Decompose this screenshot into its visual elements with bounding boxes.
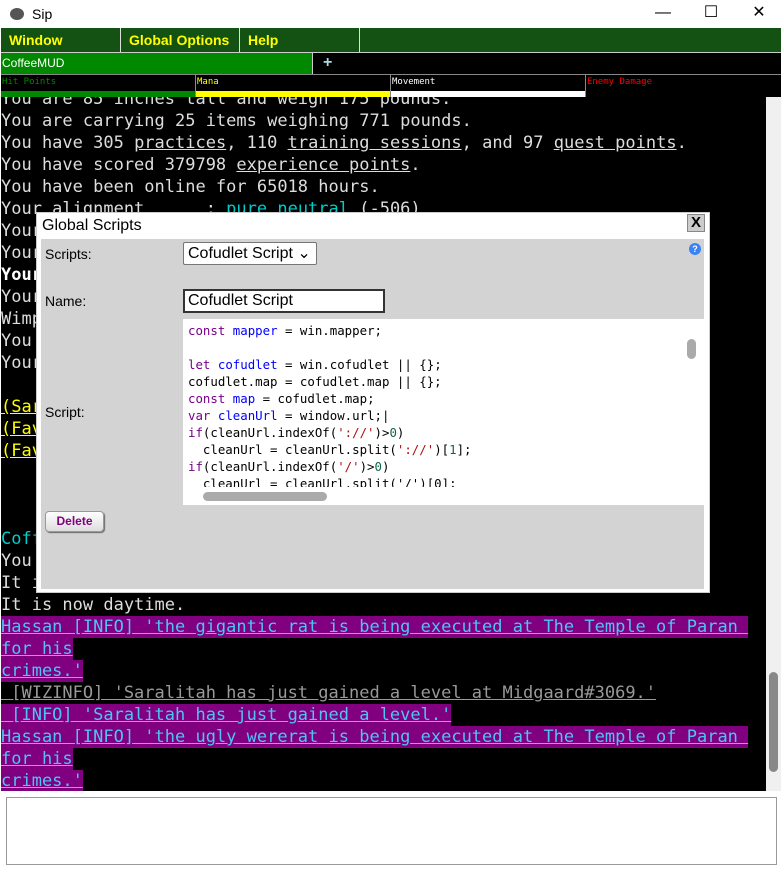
close-button[interactable]: ✕ [736, 0, 782, 28]
window-title: Sip [32, 6, 53, 22]
channel-message[interactable]: Hassan [INFO] 'the ugly wererat is being… [1, 726, 749, 748]
scripts-label: Scripts: [45, 246, 92, 262]
code-line: cleanUrl = cleanUrl.split('://')[1]; [188, 442, 472, 457]
channel-message[interactable]: crimes.' [1, 660, 83, 682]
command-input[interactable] [6, 797, 777, 865]
chevron-down-icon: ⌄ [297, 245, 311, 262]
terminal-line: You [1, 331, 32, 351]
channel-message[interactable]: for his [1, 638, 73, 660]
channel-message[interactable]: crimes.' [1, 770, 83, 791]
editor-hscrollbar[interactable] [183, 487, 704, 505]
link-practices[interactable]: practices [134, 133, 226, 153]
gauge-label: Movement [392, 77, 436, 87]
scrollbar-thumb[interactable] [203, 492, 327, 501]
text: . [410, 155, 421, 175]
tab-bar: CoffeeMUD + [1, 52, 781, 74]
editor-vscroll-thumb[interactable] [687, 339, 696, 359]
terminal-line: It is now daytime. [1, 595, 186, 615]
add-tab-button[interactable]: + [323, 53, 332, 73]
delete-button[interactable]: Delete [45, 511, 104, 532]
code-line: var cleanUrl = window.url;| [188, 408, 390, 423]
script-editor[interactable]: const mapper = win.mapper; let cofudlet … [183, 319, 704, 505]
scripts-select[interactable]: Cofudlet Script ⌄ [183, 242, 317, 265]
code-line: if(cleanUrl.indexOf('/')>0) [188, 459, 390, 474]
tab-coffeemud[interactable]: CoffeeMUD [1, 53, 313, 74]
text: You have scored 379798 [1, 155, 237, 175]
menu-window[interactable]: Window [1, 28, 121, 52]
name-input[interactable]: Cofudlet Script [183, 289, 385, 313]
app-icon [10, 8, 24, 20]
dialog-title: Global Scripts [42, 217, 142, 234]
channel-message[interactable]: for his [1, 748, 73, 770]
gauge-label: Enemy Damage [587, 77, 653, 87]
gauge-movement: Movement [391, 75, 586, 97]
menu-global-options[interactable]: Global Options [121, 28, 240, 52]
gauge-enemy-damage: Enemy Damage [586, 75, 781, 97]
code-line: let cofudlet = win.cofudlet || {}; [188, 357, 442, 372]
name-label: Name: [45, 293, 87, 309]
status-gauges: Hit Points Mana Movement Enemy Damage [1, 74, 781, 97]
gauge-hit-points: Hit Points [1, 75, 196, 97]
terminal-line: You are carrying 25 items weighing 771 p… [1, 111, 472, 131]
maximize-button[interactable]: ☐ [688, 0, 734, 28]
terminal-scrollbar[interactable] [766, 97, 781, 791]
wizinfo-message[interactable]: [WIZINFO] 'Saralitah has just gained a l… [1, 682, 656, 704]
scrollbar-thumb[interactable] [769, 672, 778, 772]
menu-help[interactable]: Help [240, 28, 360, 52]
link-training-sessions[interactable]: training sessions [288, 133, 462, 153]
text: You have 305 [1, 133, 135, 153]
gauge-mana: Mana [196, 75, 391, 97]
gauge-label: Hit Points [2, 77, 57, 87]
text: , 110 [226, 133, 288, 153]
dialog-close-button[interactable]: X [687, 214, 705, 232]
gauge-label: Mana [197, 77, 219, 87]
code-line: const mapper = win.mapper; [188, 323, 382, 338]
dialog-body: ? Scripts: Cofudlet Script ⌄ Name: Cofud… [41, 239, 704, 589]
script-label: Script: [45, 404, 85, 420]
code-line: const map = cofudlet.map; [188, 391, 375, 406]
minimize-button[interactable]: — [640, 0, 686, 28]
terminal-line: You are 85 inches tall and weigh 175 pou… [1, 97, 452, 109]
link-experience-points[interactable]: experience points [236, 155, 410, 175]
terminal-line: You have scored 379798 experience points… [1, 154, 421, 176]
terminal-line: You have been online for 65018 hours. [1, 177, 380, 197]
text: , and 97 [461, 133, 554, 153]
channel-message[interactable]: Hassan [INFO] 'the gigantic rat is being… [1, 616, 749, 638]
help-icon[interactable]: ? [689, 243, 701, 255]
link-quest-points[interactable]: quest points [554, 133, 677, 153]
code-line: if(cleanUrl.indexOf('://')>0) [188, 425, 405, 440]
selected-script: Cofudlet Script [188, 245, 293, 262]
text: . [676, 133, 687, 153]
global-scripts-dialog: Global Scripts X ? Scripts: Cofudlet Scr… [36, 212, 710, 593]
code-line: cofudlet.map = cofudlet.map || {}; [188, 374, 442, 389]
terminal-line: You have 305 practices, 110 training ses… [1, 132, 687, 154]
menu-bar: Window Global Options Help [1, 28, 781, 52]
terminal-line: You [1, 551, 32, 571]
title-bar: Sip — ☐ ✕ [0, 0, 782, 28]
channel-message[interactable]: [INFO] 'Saralitah has just gained a leve… [1, 704, 452, 726]
